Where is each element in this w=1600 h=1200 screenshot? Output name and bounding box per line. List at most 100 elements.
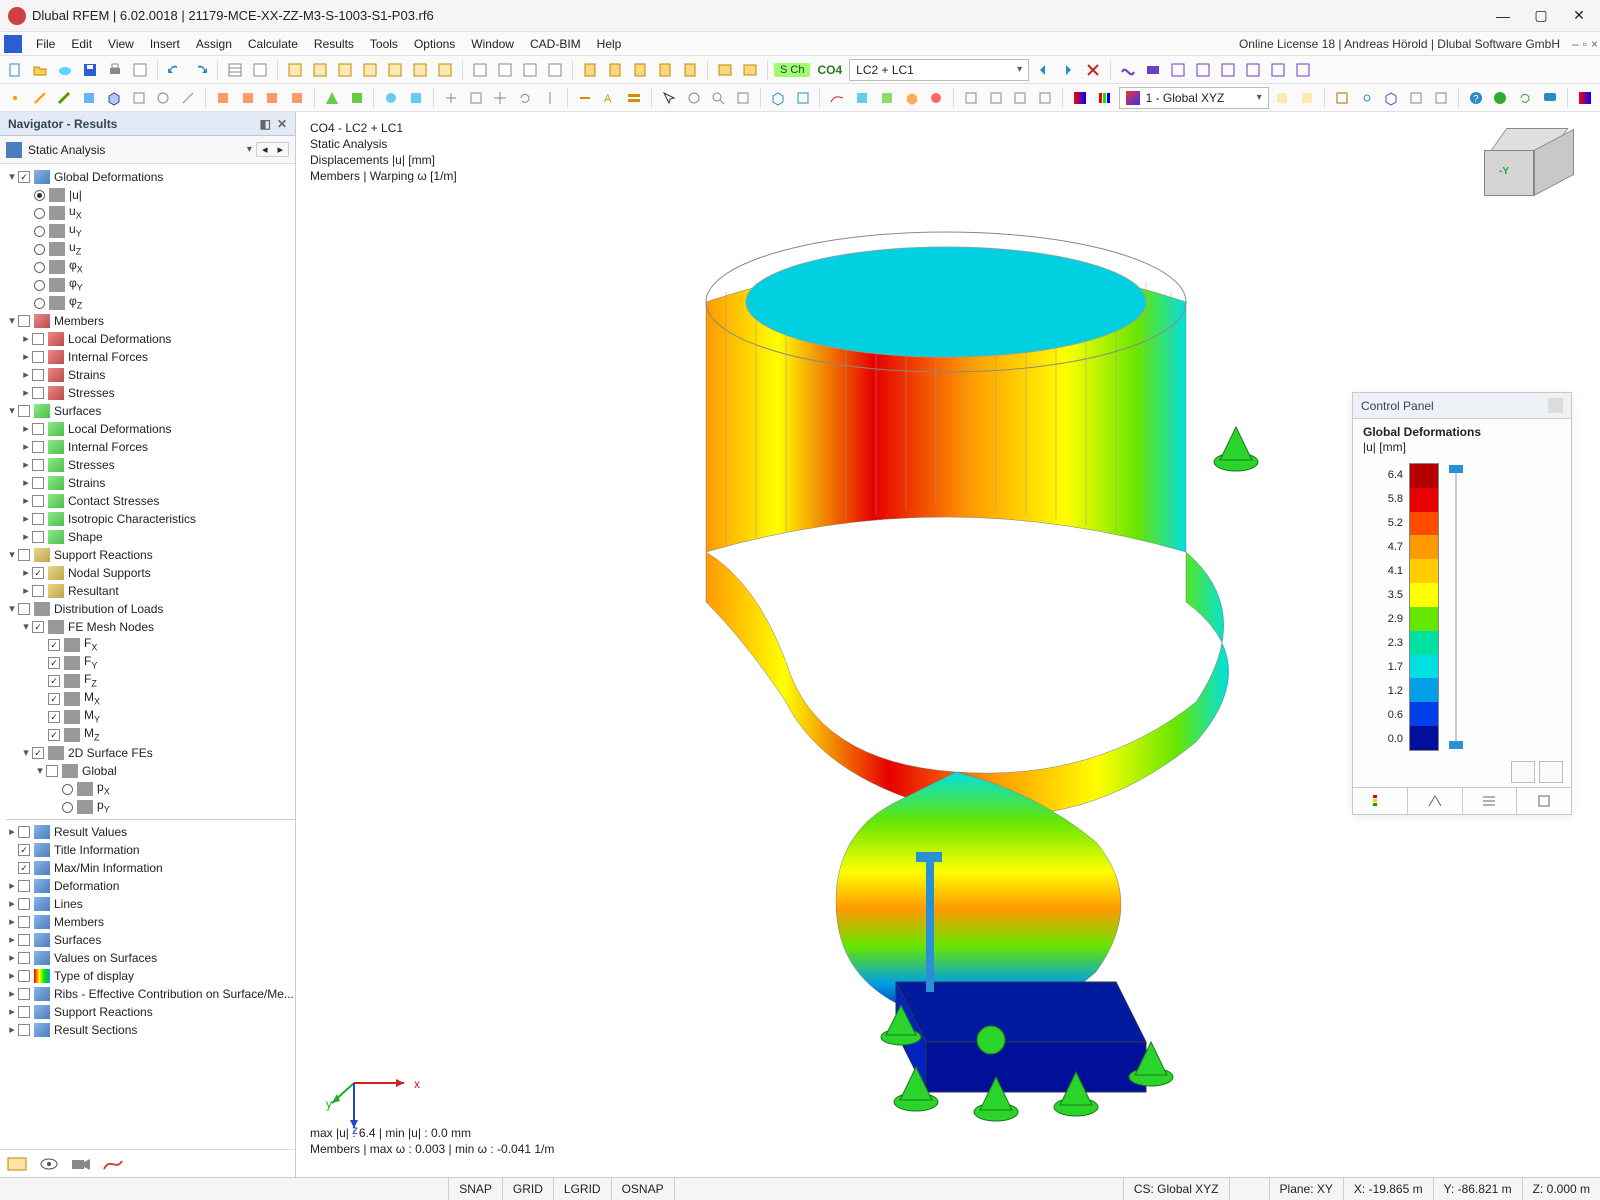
tree-femesh[interactable]: FE Mesh Nodes xyxy=(68,618,154,636)
update-icon[interactable] xyxy=(1514,87,1536,109)
status-osnap[interactable]: OSNAP xyxy=(611,1178,674,1200)
color-scale-icon[interactable] xyxy=(1094,87,1116,109)
tool8-icon[interactable] xyxy=(177,87,199,109)
tool10-icon[interactable] xyxy=(237,87,259,109)
tool17-icon[interactable] xyxy=(440,87,462,109)
cp-tab-4[interactable] xyxy=(1517,788,1571,814)
tree-m-stresses[interactable]: Stresses xyxy=(68,384,115,402)
menu-assign[interactable]: Assign xyxy=(188,35,240,53)
grid2-icon[interactable] xyxy=(309,59,331,81)
navigator-close-icon[interactable]: ✕ xyxy=(277,117,287,131)
view4-icon[interactable] xyxy=(544,59,566,81)
tool-zoom-icon[interactable] xyxy=(707,87,729,109)
mesh1-icon[interactable] xyxy=(960,87,982,109)
calc3-icon[interactable] xyxy=(629,59,651,81)
cp-tab-1[interactable] xyxy=(1353,788,1408,814)
next-case-icon[interactable] xyxy=(1057,59,1079,81)
calc-icon[interactable] xyxy=(579,59,601,81)
snap4-icon[interactable] xyxy=(1405,87,1427,109)
tool-move-icon[interactable] xyxy=(489,87,511,109)
menu-insert[interactable]: Insert xyxy=(142,35,188,53)
snap2-icon[interactable] xyxy=(1356,87,1378,109)
result6-icon[interactable] xyxy=(1242,59,1264,81)
tool-mirror-icon[interactable] xyxy=(539,87,561,109)
tree-global-def[interactable]: Global Deformations xyxy=(54,168,163,186)
tool12-icon[interactable] xyxy=(286,87,308,109)
tool-sel-icon[interactable] xyxy=(658,87,680,109)
loadcase-combo[interactable]: LC2 + LC1▾ xyxy=(849,59,1029,81)
tree-deformation[interactable]: Deformation xyxy=(54,877,119,895)
legend-slider[interactable] xyxy=(1445,463,1471,751)
tree-surfaces[interactable]: Surfaces xyxy=(54,402,101,420)
tool-pan-icon[interactable] xyxy=(683,87,705,109)
cp-tab-2[interactable] xyxy=(1408,788,1463,814)
tool-text-icon[interactable]: A xyxy=(598,87,620,109)
maximize-button[interactable]: ▢ xyxy=(1534,9,1548,23)
render2-icon[interactable] xyxy=(851,87,873,109)
prev-case-icon[interactable] xyxy=(1032,59,1054,81)
case-delete-icon[interactable] xyxy=(1082,59,1104,81)
model-3d-view[interactable] xyxy=(496,182,1396,1122)
status-grid[interactable]: GRID xyxy=(502,1178,553,1200)
slider-handle-bottom[interactable] xyxy=(1449,741,1463,749)
result7-icon[interactable] xyxy=(1267,59,1289,81)
tree-s-strains[interactable]: Strains xyxy=(68,474,105,492)
undo-icon[interactable] xyxy=(164,59,186,81)
navigator-pin-icon[interactable]: ◧ xyxy=(260,117,271,131)
help-icon[interactable]: ? xyxy=(1465,87,1487,109)
mdi-minimize[interactable]: – xyxy=(1572,37,1579,51)
result3-icon[interactable] xyxy=(1167,59,1189,81)
solid-tool-icon[interactable] xyxy=(103,87,125,109)
units-icon[interactable] xyxy=(249,59,271,81)
menu-results[interactable]: Results xyxy=(306,35,362,53)
tool15-icon[interactable] xyxy=(380,87,402,109)
surface-tool-icon[interactable] xyxy=(78,87,100,109)
control-panel-header[interactable]: Control Panel xyxy=(1353,393,1571,419)
tree-resultsect[interactable]: Result Sections xyxy=(54,1021,137,1039)
mesh3-icon[interactable] xyxy=(1010,87,1032,109)
cs1-icon[interactable] xyxy=(1272,87,1294,109)
tree-m-localdef[interactable]: Local Deformations xyxy=(68,330,171,348)
tool16-icon[interactable] xyxy=(405,87,427,109)
tool18-icon[interactable] xyxy=(465,87,487,109)
cp-tab-3[interactable] xyxy=(1463,788,1518,814)
mode-prev-icon[interactable]: ◂ xyxy=(257,143,273,156)
view1-icon[interactable] xyxy=(469,59,491,81)
render3-icon[interactable] xyxy=(876,87,898,109)
tree-s-stresses[interactable]: Stresses xyxy=(68,456,115,474)
nav-tab-curve-icon[interactable] xyxy=(102,1155,124,1173)
color-grad-icon[interactable] xyxy=(1069,87,1091,109)
status-snap[interactable]: SNAP xyxy=(448,1178,502,1200)
nav-cube[interactable]: -Y xyxy=(1481,122,1576,207)
table-icon[interactable] xyxy=(224,59,246,81)
tool-rotate-icon[interactable] xyxy=(514,87,536,109)
snap1-icon[interactable] xyxy=(1331,87,1353,109)
render1-icon[interactable] xyxy=(826,87,848,109)
view-iso-icon[interactable] xyxy=(767,87,789,109)
tree-surf2d[interactable]: 2D Surface FEs xyxy=(68,744,153,762)
tree-s-shape[interactable]: Shape xyxy=(68,528,103,546)
menu-options[interactable]: Options xyxy=(406,35,463,53)
result2-icon[interactable] xyxy=(1142,59,1164,81)
mesh2-icon[interactable] xyxy=(985,87,1007,109)
tree-lines[interactable]: Lines xyxy=(54,895,83,913)
tree-s-localdef[interactable]: Local Deformations xyxy=(68,420,171,438)
nav-tab-data-icon[interactable] xyxy=(6,1155,28,1173)
mdi-close[interactable]: × xyxy=(1591,37,1598,51)
nav-tab-view-icon[interactable] xyxy=(38,1155,60,1173)
grid6-icon[interactable] xyxy=(409,59,431,81)
tree-surfaces2[interactable]: Surfaces xyxy=(54,931,101,949)
tree-s-iso[interactable]: Isotropic Characteristics xyxy=(68,510,196,528)
menu-tools[interactable]: Tools xyxy=(362,35,406,53)
tree-suppreact[interactable]: Support Reactions xyxy=(54,546,153,564)
world-icon[interactable] xyxy=(1490,87,1512,109)
tree-valsonsurf[interactable]: Values on Surfaces xyxy=(54,949,157,967)
menu-cadbim[interactable]: CAD-BIM xyxy=(522,35,589,53)
color-picker-icon[interactable] xyxy=(1574,87,1596,109)
tree-maxmin[interactable]: Max/Min Information xyxy=(54,859,163,877)
render4-icon[interactable] xyxy=(901,87,923,109)
legend-copy-icon[interactable] xyxy=(1511,761,1535,783)
grid1-icon[interactable] xyxy=(284,59,306,81)
result4-icon[interactable] xyxy=(1192,59,1214,81)
snap3-icon[interactable] xyxy=(1381,87,1403,109)
